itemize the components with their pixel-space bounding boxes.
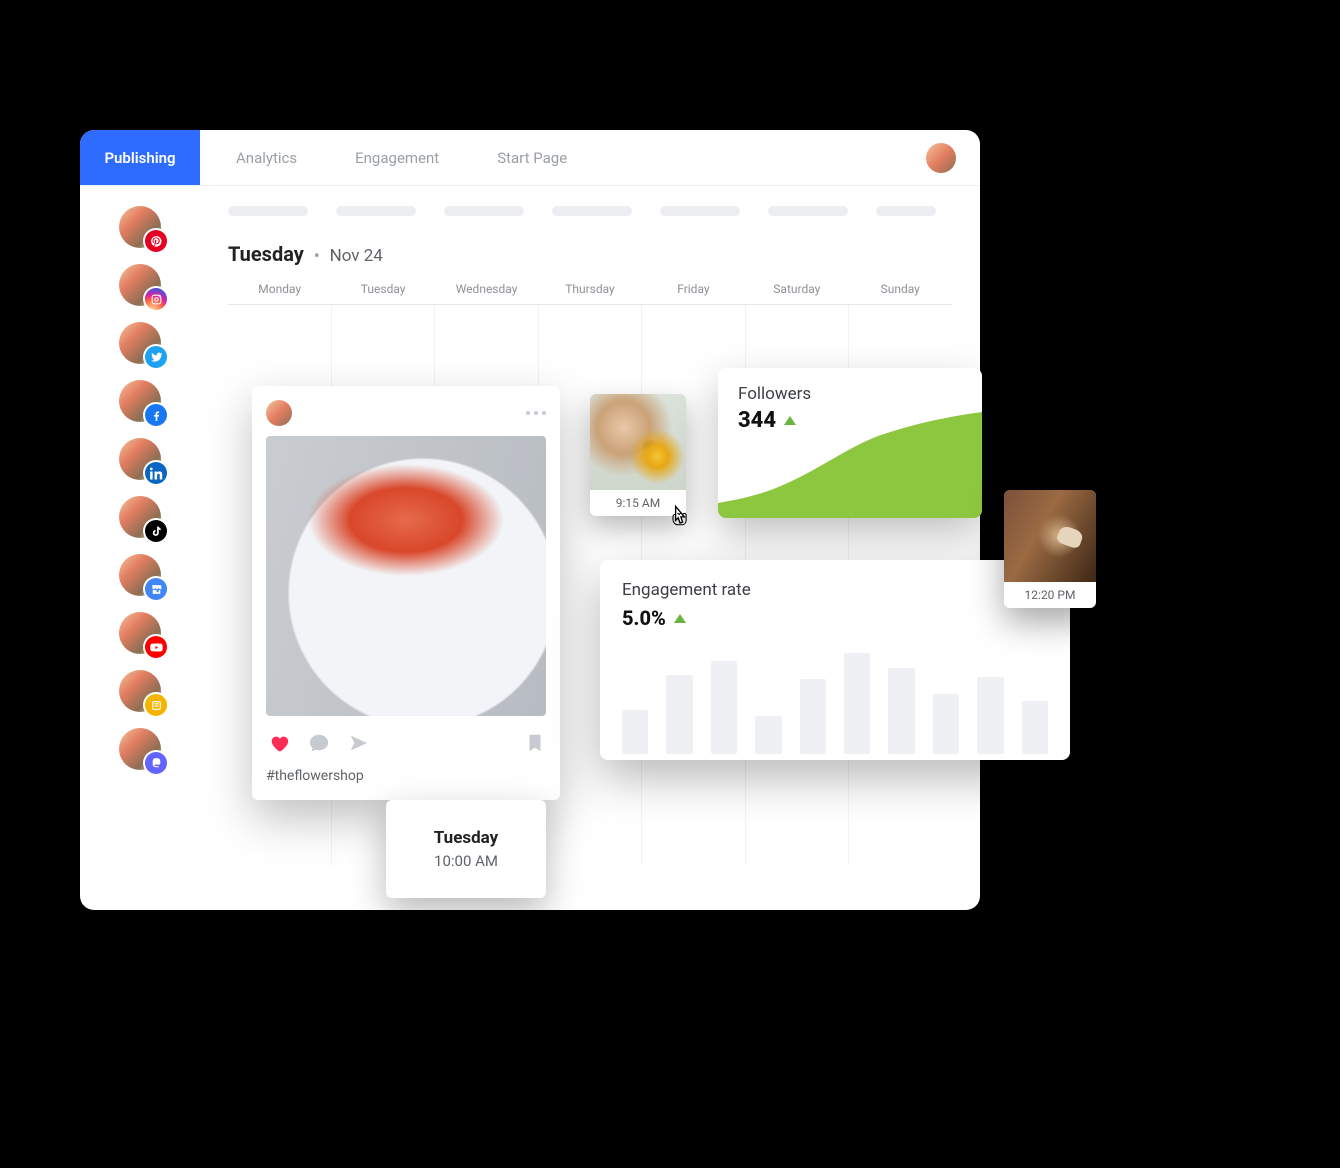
followers-widget[interactable]: Followers 344 — [718, 368, 982, 518]
current-date-label: Nov 24 — [330, 246, 383, 266]
followers-area-chart — [718, 408, 982, 518]
weekday-mon[interactable]: Monday — [228, 282, 331, 304]
scheduled-post-thumb[interactable]: 9:15 AM — [590, 394, 686, 516]
tooltip-day: Tuesday — [434, 828, 498, 848]
shop-icon — [145, 694, 167, 716]
mastodon-icon — [145, 752, 167, 774]
weekday-thu[interactable]: Thursday — [538, 282, 641, 304]
tab-start-page[interactable]: Start Page — [475, 130, 589, 185]
post-menu-icon[interactable] — [526, 411, 546, 415]
toolbar-placeholders — [228, 206, 952, 216]
top-nav: Publishing Analytics Engagement Start Pa… — [80, 130, 980, 186]
post-image — [266, 436, 546, 716]
post-actions — [268, 732, 546, 758]
bookmark-icon[interactable] — [524, 732, 546, 758]
sidebar-account-pinterest[interactable] — [119, 206, 161, 248]
trend-up-icon — [674, 614, 686, 623]
linkedin-icon — [145, 462, 167, 484]
tab-publishing[interactable]: Publishing — [80, 130, 200, 185]
current-day-label: Tuesday — [228, 242, 304, 266]
tiktok-icon — [145, 520, 167, 542]
weekday-sat[interactable]: Saturday — [745, 282, 848, 304]
scheduled-post-thumb-right[interactable]: 12:20 PM — [1004, 490, 1096, 608]
sidebar-account-youtube[interactable] — [119, 612, 161, 654]
user-avatar[interactable] — [926, 143, 956, 173]
pinterest-icon — [145, 230, 167, 252]
youtube-icon — [145, 636, 167, 658]
engagement-label: Engagement rate — [622, 580, 1048, 600]
sidebar-account-instagram[interactable] — [119, 264, 161, 306]
tab-analytics[interactable]: Analytics — [214, 130, 319, 185]
followers-label: Followers — [738, 384, 964, 404]
accounts-sidebar — [80, 186, 200, 910]
instagram-icon — [145, 288, 167, 310]
weekday-wed[interactable]: Wednesday — [435, 282, 538, 304]
sidebar-account-tiktok[interactable] — [119, 496, 161, 538]
sidebar-account-facebook[interactable] — [119, 380, 161, 422]
engagement-bar-chart — [622, 644, 1048, 754]
sidebar-account-google-business[interactable] — [119, 554, 161, 596]
sidebar-account-mastodon[interactable] — [119, 728, 161, 770]
date-separator: • — [314, 246, 320, 265]
post-caption: #theflowershop — [266, 768, 546, 784]
send-icon[interactable] — [348, 732, 370, 758]
engagement-value: 5.0% — [622, 606, 666, 630]
facebook-icon — [145, 404, 167, 426]
comment-icon[interactable] — [308, 732, 330, 758]
sidebar-account-shop[interactable] — [119, 670, 161, 712]
schedule-tooltip: Tuesday 10:00 AM — [386, 800, 546, 898]
sidebar-account-linkedin[interactable] — [119, 438, 161, 480]
post-author-avatar — [266, 400, 292, 426]
cursor-pointer-icon — [666, 502, 694, 530]
weekday-tue[interactable]: Tuesday — [331, 282, 434, 304]
week-header: Monday Tuesday Wednesday Thursday Friday… — [228, 282, 952, 305]
scheduled-post-image — [590, 394, 686, 490]
weekday-sun[interactable]: Sunday — [849, 282, 952, 304]
tooltip-time: 10:00 AM — [434, 852, 498, 870]
current-date: Tuesday • Nov 24 — [228, 242, 952, 266]
tab-engagement[interactable]: Engagement — [333, 130, 461, 185]
post-preview-card[interactable]: #theflowershop — [252, 386, 560, 800]
heart-icon[interactable] — [268, 732, 290, 758]
scheduled-post-image — [1004, 490, 1096, 582]
google-business-icon — [145, 578, 167, 600]
engagement-widget[interactable]: Engagement rate 5.0% — [600, 560, 1070, 760]
twitter-icon — [145, 346, 167, 368]
weekday-fri[interactable]: Friday — [642, 282, 745, 304]
sidebar-account-twitter[interactable] — [119, 322, 161, 364]
scheduled-post-time: 12:20 PM — [1004, 582, 1096, 608]
